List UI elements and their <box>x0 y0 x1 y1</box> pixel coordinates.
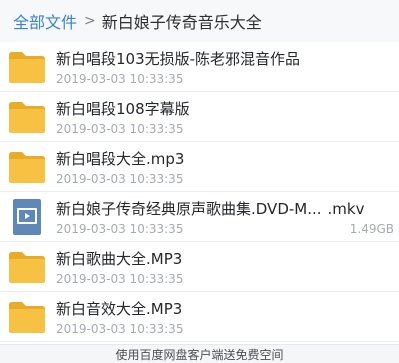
promo-footer-text: 使用百度网盘客户端送免费空间 <box>115 347 284 362</box>
file-date: 2019-03-03 10:33:35 <box>56 72 184 86</box>
file-date: 2019-03-03 10:33:35 <box>56 322 184 336</box>
file-name: 新白音效大全.MP3 <box>56 300 183 318</box>
promo-footer[interactable]: 使用百度网盘客户端送免费空间 <box>0 344 399 363</box>
file-row[interactable]: 新白唱段108字幕版 2019-03-03 10:33:35 <box>0 92 399 142</box>
file-name: 新白歌曲大全.MP3 <box>56 250 183 268</box>
video-file-icon <box>13 199 41 235</box>
breadcrumb-separator: > <box>84 13 96 29</box>
folder-icon <box>9 302 45 333</box>
file-date: 2019-03-03 10:33:35 <box>56 272 184 286</box>
file-browser: 全部文件 > 新白娘子传奇音乐大全 新白唱段103无损版-陈老邪混音作品 201… <box>0 0 399 363</box>
file-date: 2019-03-03 10:33:35 <box>56 222 184 236</box>
file-row[interactable]: 新白音效大全.MP3 2019-03-03 10:33:35 <box>0 292 399 342</box>
file-row[interactable]: 新白娘子传奇经典原声歌曲集.DVD-M... .mkv 2019-03-03 10… <box>0 192 399 242</box>
file-row[interactable]: 新白歌曲大全.MP3 2019-03-03 10:33:35 <box>0 242 399 292</box>
folder-icon <box>9 152 45 183</box>
file-list: 新白唱段103无损版-陈老邪混音作品 2019-03-03 10:33:35 新… <box>0 42 399 342</box>
file-name-text: 新白娘子传奇经典原声歌曲集.DVD-M... <box>56 200 322 218</box>
breadcrumb-current-folder: 新白娘子传奇音乐大全 <box>101 13 262 32</box>
file-name: 新白唱段103无损版-陈老邪混音作品 <box>56 50 301 68</box>
file-row[interactable]: 新白唱段103无损版-陈老邪混音作品 2019-03-03 10:33:35 <box>0 42 399 92</box>
file-name: 新白娘子传奇经典原声歌曲集.DVD-M... .mkv <box>56 198 392 219</box>
file-date: 2019-03-03 10:33:35 <box>56 172 184 186</box>
file-name: 新白唱段大全.mp3 <box>56 150 185 168</box>
file-name: 新白唱段108字幕版 <box>56 100 190 118</box>
breadcrumb-root-link[interactable]: 全部文件 <box>13 9 77 33</box>
breadcrumb: 全部文件 > 新白娘子传奇音乐大全 <box>0 0 399 42</box>
file-extension: .mkv <box>327 200 365 218</box>
folder-icon <box>9 102 45 133</box>
folder-icon <box>9 52 45 83</box>
file-date: 2019-03-03 10:33:35 <box>56 122 184 136</box>
file-row[interactable]: 新白唱段大全.mp3 2019-03-03 10:33:35 <box>0 142 399 192</box>
folder-icon <box>9 252 45 283</box>
file-size: 1.49GB <box>349 222 394 236</box>
